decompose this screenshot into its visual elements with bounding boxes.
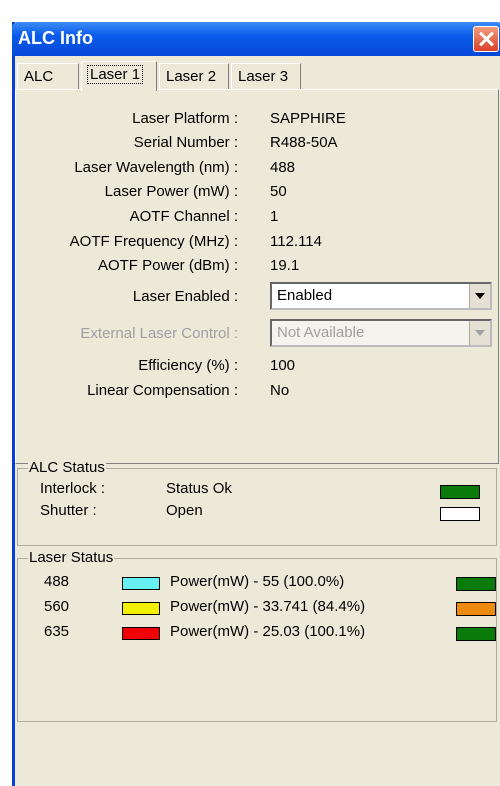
- linear-compensation-value: No: [270, 382, 290, 399]
- platform-value: SAPPHIRE: [270, 110, 346, 127]
- laser-status-group: Laser Status 488 Power(mW) - 55 (100.0%)…: [17, 550, 497, 722]
- tab-laser-3-label: Laser 3: [238, 68, 289, 85]
- title-bar[interactable]: ALC Info: [12, 22, 500, 56]
- laser-enabled-value: Enabled: [277, 287, 333, 304]
- laser-560-wavelength: 560: [44, 598, 70, 615]
- aotf-channel-label: AOTF Channel :: [129, 208, 238, 225]
- laser-enabled-label: Laser Enabled :: [132, 288, 238, 305]
- alc-info-window: ALC Info ALC Laser 1 Laser 2 Laser 3 Las…: [12, 22, 500, 786]
- laser-488-power: Power(mW) - 55 (100.0%): [170, 573, 345, 590]
- serial-value: R488-50A: [270, 134, 338, 151]
- shutter-value: Open: [166, 502, 203, 519]
- laser-635-color-swatch: [122, 627, 160, 640]
- laser-560-power: Power(mW) - 33.741 (84.4%): [170, 598, 366, 615]
- laser-488-wavelength: 488: [44, 573, 70, 590]
- chevron-down-icon: [469, 321, 490, 345]
- laser-635-power: Power(mW) - 25.03 (100.1%): [170, 623, 366, 640]
- external-control-value: Not Available: [277, 324, 365, 341]
- tab-laser-3[interactable]: Laser 3: [231, 63, 301, 90]
- alc-status-title: ALC Status: [28, 459, 106, 476]
- laser-488-status-indicator: [456, 577, 496, 591]
- linear-compensation-label: Linear Compensation :: [87, 382, 238, 399]
- aotf-channel-value: 1: [270, 208, 279, 225]
- close-icon[interactable]: [473, 26, 499, 52]
- laser-1-panel: Laser Platform : SAPPHIRE Serial Number …: [15, 89, 499, 464]
- serial-label: Serial Number :: [133, 134, 238, 151]
- laser-560-color-swatch: [122, 602, 160, 615]
- tab-laser-2-label: Laser 2: [166, 68, 217, 85]
- efficiency-value: 100: [270, 357, 296, 374]
- wavelength-value: 488: [270, 159, 296, 176]
- aotf-frequency-value: 112.114: [270, 233, 322, 250]
- aotf-frequency-label: AOTF Frequency (MHz) :: [69, 233, 238, 250]
- window-title: ALC Info: [18, 28, 93, 48]
- tab-alc[interactable]: ALC: [17, 63, 79, 90]
- interlock-value: Status Ok: [166, 480, 232, 497]
- laser-488-color-swatch: [122, 577, 160, 590]
- interlock-status-indicator: [440, 485, 480, 499]
- tab-laser-1[interactable]: Laser 1: [81, 61, 157, 91]
- tab-laser-1-label: Laser 1: [86, 65, 144, 84]
- external-control-select: Not Available: [270, 319, 492, 347]
- aotf-power-label: AOTF Power (dBm) :: [97, 257, 238, 274]
- laser-635-status-indicator: [456, 627, 496, 641]
- tab-alc-label: ALC: [24, 68, 54, 85]
- power-value: 50: [270, 183, 287, 200]
- shutter-label: Shutter :: [40, 502, 97, 519]
- shutter-status-indicator: [440, 507, 480, 521]
- efficiency-label: Efficiency (%) :: [138, 357, 238, 374]
- tab-laser-2[interactable]: Laser 2: [159, 63, 229, 90]
- laser-635-wavelength: 635: [44, 623, 70, 640]
- wavelength-label: Laser Wavelength (nm) :: [74, 159, 238, 176]
- platform-label: Laser Platform :: [132, 110, 238, 127]
- alc-status-group: ALC Status Interlock : Status Ok Shutter…: [17, 460, 497, 546]
- laser-560-status-indicator: [456, 602, 496, 616]
- laser-enabled-select[interactable]: Enabled: [270, 282, 492, 310]
- chevron-down-icon[interactable]: [469, 284, 490, 308]
- aotf-power-value: 19.1: [270, 257, 300, 274]
- power-label: Laser Power (mW) :: [104, 183, 238, 200]
- external-control-label: External Laser Control :: [80, 325, 238, 342]
- laser-status-title: Laser Status: [28, 549, 115, 566]
- interlock-label: Interlock :: [40, 480, 106, 497]
